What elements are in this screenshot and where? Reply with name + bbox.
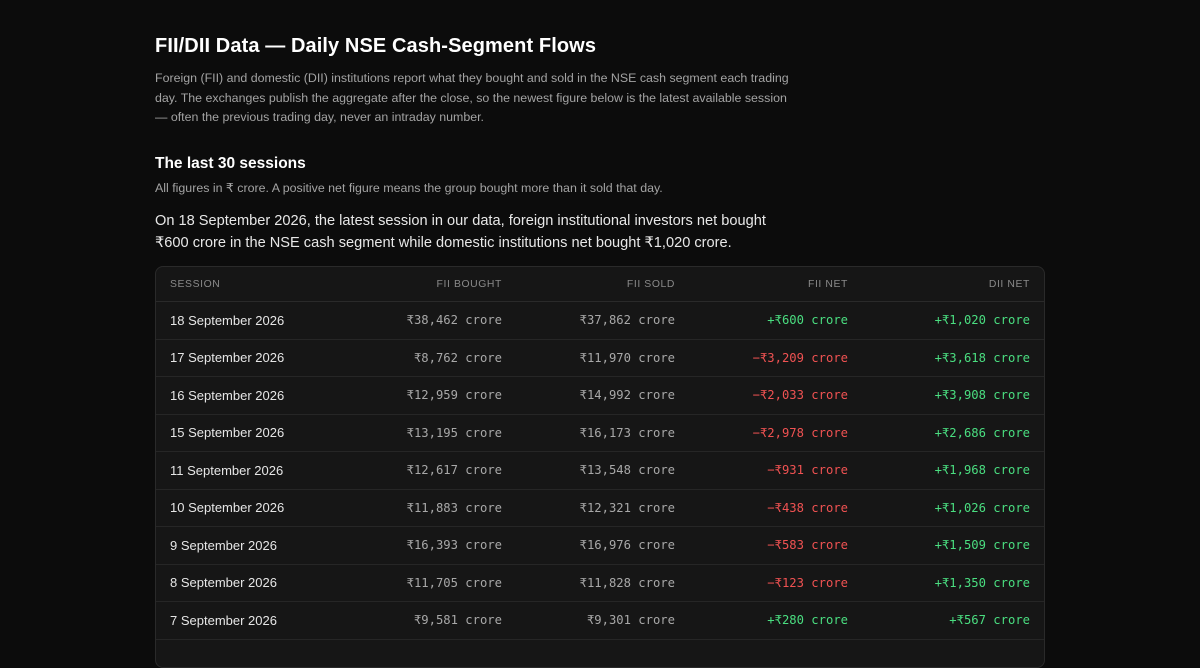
cell-dii-net: +₹2,686 crore (862, 414, 1044, 452)
cell-dii-net: +₹1,968 crore (862, 451, 1044, 490)
cell-dii-net: +₹3,908 crore (862, 376, 1044, 415)
cell-fii-bought: ₹13,195 crore (344, 414, 516, 452)
cell-fii-bought: ₹8,762 crore (344, 339, 516, 377)
cell-dii-net: +₹1,020 crore (862, 301, 1044, 340)
cell-session: 11 September 2026 (156, 451, 344, 490)
cell-fii-sold: ₹14,992 crore (516, 376, 689, 415)
cell-session: 9 September 2026 (156, 526, 344, 565)
units-note: All figures in ₹ crore. A positive net f… (155, 181, 663, 195)
cell-fii-net: −₹2,978 crore (689, 414, 862, 452)
column-header-fii-sold: FII SOLD (516, 267, 689, 302)
cell-fii-sold: ₹16,976 crore (516, 526, 689, 565)
cell-dii-net: +₹1,509 crore (862, 526, 1044, 565)
page-title: FII/DII Data — Daily NSE Cash-Segment Fl… (155, 35, 597, 57)
cell-session: 7 September 2026 (156, 601, 344, 640)
cell-fii-sold: ₹9,301 crore (516, 601, 689, 640)
table-row: 10 September 2026 ₹11,883 crore ₹12,321 cr… (156, 489, 1044, 527)
cell-fii-bought: ₹12,959 crore (344, 376, 516, 415)
table-row: 9 September 2026 ₹16,393 crore ₹16,976 cro… (156, 526, 1044, 565)
cell-fii-net: −₹583 crore (689, 526, 862, 565)
table-row: 16 September 2026 ₹12,959 crore ₹14,992 cr… (156, 376, 1044, 415)
cell-fii-net: −₹438 crore (689, 489, 862, 527)
cell-fii-bought: ₹16,393 crore (344, 526, 516, 565)
cell-fii-sold: ₹16,173 crore (516, 414, 689, 452)
cell-dii-net: +₹3,618 crore (862, 339, 1044, 377)
cell-fii-net: −₹3,209 crore (689, 339, 862, 377)
table-header-row: SESSION FII BOUGHT FII SOLD FII NET DII … (156, 267, 1044, 302)
column-header-fii-net: FII NET (689, 267, 862, 302)
cell-fii-bought: ₹11,705 crore (344, 564, 516, 602)
cell-fii-bought: ₹9,581 crore (344, 601, 516, 640)
column-header-fii-bought: FII BOUGHT (344, 267, 516, 302)
cell-fii-bought: ₹38,462 crore (344, 301, 516, 340)
table-body: 18 September 2026 ₹38,462 crore ₹37,862 cr… (156, 301, 1044, 640)
cell-fii-net: −₹931 crore (689, 451, 862, 490)
cell-dii-net: +₹1,350 crore (862, 564, 1044, 602)
table-row: 17 September 2026 ₹8,762 crore ₹11,970 cro… (156, 339, 1044, 377)
section-title: The last 30 sessions (155, 155, 306, 172)
cell-fii-sold: ₹13,548 crore (516, 451, 689, 490)
table-row: 18 September 2026 ₹38,462 crore ₹37,862 cr… (156, 301, 1044, 340)
cell-session: 15 September 2026 (156, 414, 344, 452)
cell-fii-net: +₹600 crore (689, 301, 862, 340)
column-header-dii-net: DII NET (862, 267, 1044, 302)
table-row: 15 September 2026 ₹13,195 crore ₹16,173 cr… (156, 414, 1044, 452)
flows-table-container: SESSION FII BOUGHT FII SOLD FII NET DII … (155, 266, 1045, 668)
cell-fii-bought: ₹12,617 crore (344, 451, 516, 490)
column-header-session: SESSION (156, 267, 344, 302)
cell-fii-bought: ₹11,883 crore (344, 489, 516, 527)
cell-fii-sold: ₹11,828 crore (516, 564, 689, 602)
cell-fii-net: +₹280 crore (689, 601, 862, 640)
table-row: 11 September 2026 ₹12,617 crore ₹13,548 cr… (156, 451, 1044, 490)
cell-session: 10 September 2026 (156, 489, 344, 527)
cell-session: 16 September 2026 (156, 376, 344, 415)
cell-fii-net: −₹123 crore (689, 564, 862, 602)
cell-fii-sold: ₹11,970 crore (516, 339, 689, 377)
cell-dii-net: +₹1,026 crore (862, 489, 1044, 527)
cell-session: 8 September 2026 (156, 564, 344, 602)
cell-fii-sold: ₹37,862 crore (516, 301, 689, 340)
cell-session: 17 September 2026 (156, 339, 344, 377)
cell-session: 18 September 2026 (156, 301, 344, 340)
intro-text: Foreign (FII) and domestic (DII) institu… (155, 71, 789, 124)
cell-fii-sold: ₹12,321 crore (516, 489, 689, 527)
table-row: 8 September 2026 ₹11,705 crore ₹11,828 cro… (156, 564, 1044, 602)
latest-session-summary: On 18 September 2026, the latest session… (155, 213, 766, 251)
cell-dii-net: +₹567 crore (862, 601, 1044, 640)
table-row: 7 September 2026 ₹9,581 crore ₹9,301 crore… (156, 601, 1044, 640)
flows-table: SESSION FII BOUGHT FII SOLD FII NET DII … (156, 267, 1044, 640)
cell-fii-net: −₹2,033 crore (689, 376, 862, 415)
